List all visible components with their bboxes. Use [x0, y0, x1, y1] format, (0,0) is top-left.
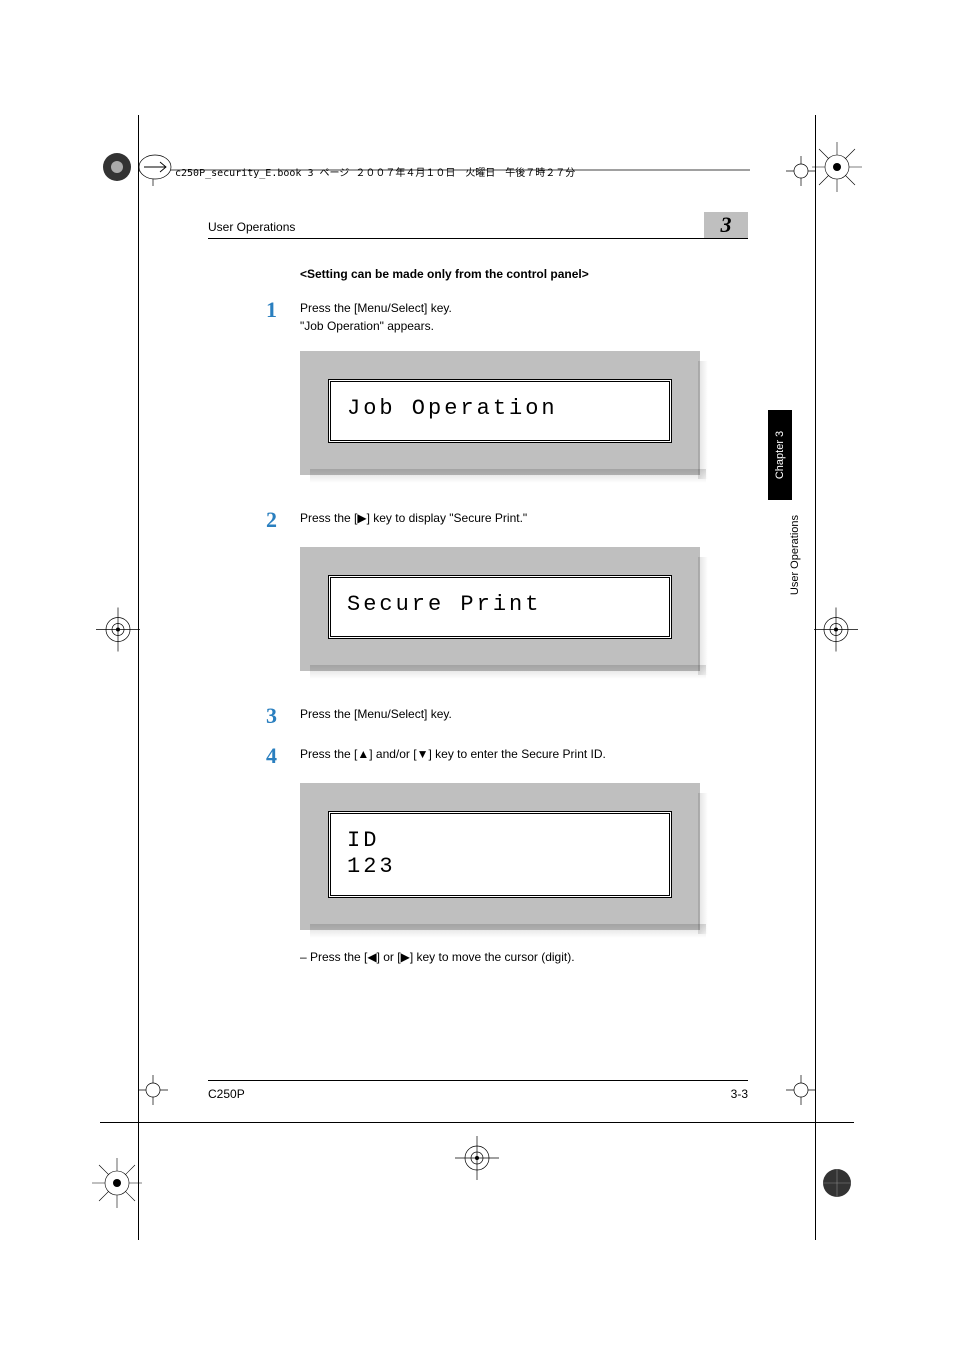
step-1: 1 Press the [Menu/Select] key. "Job Oper…	[208, 299, 748, 335]
step-3-number: 3	[208, 705, 300, 727]
step-3: 3 Press the [Menu/Select] key.	[208, 705, 748, 727]
footer-model: C250P	[208, 1087, 245, 1101]
chapter-number-box: 3	[704, 212, 748, 238]
running-head: User Operations 3	[208, 212, 748, 239]
crosshair-center-bottom	[455, 1136, 499, 1185]
step-2-text: Press the [▶] key to display "Secure Pri…	[300, 509, 748, 527]
document-source-header: c250P_security_E.book 3 ページ ２００７年４月１０日 火…	[175, 164, 575, 179]
step-1-text-line2: "Job Operation" appears.	[300, 317, 748, 335]
step-4: 4 Press the [▲] and/or [▼] key to enter …	[208, 745, 748, 767]
crosshair-small-br	[786, 1075, 816, 1110]
lcd-screen-1-text: Job Operation	[328, 379, 672, 443]
step-1-text-line1: Press the [Menu/Select] key.	[300, 299, 748, 317]
crosshair-mid-right	[814, 608, 858, 657]
side-tab-chapter-label: Chapter 3	[774, 431, 786, 479]
regmark-bottom-right	[812, 1158, 862, 1208]
step-2: 2 Press the [▶] key to display "Secure P…	[208, 509, 748, 531]
running-head-title: User Operations	[208, 220, 295, 234]
lcd-screen-2: Secure Print	[300, 547, 700, 671]
side-tab-chapter: Chapter 3	[768, 410, 792, 500]
step-4-number: 4	[208, 745, 300, 767]
regmark-bottom-left	[92, 1158, 142, 1208]
step-4-text: Press the [▲] and/or [▼] key to enter th…	[300, 745, 748, 763]
trim-right	[815, 115, 816, 1240]
step-1-number: 1	[208, 299, 300, 335]
page-footer: C250P 3-3	[208, 1080, 748, 1101]
lcd-screen-3: ID 123	[300, 783, 700, 930]
lcd-screen-1: Job Operation	[300, 351, 700, 475]
chapter-number: 3	[721, 212, 732, 238]
page-body: User Operations 3 <Setting can be made o…	[208, 212, 748, 964]
crosshair-small-bl	[138, 1075, 168, 1110]
trim-left	[138, 115, 139, 1240]
regmark-top-right	[812, 142, 862, 192]
crosshair-mid-left	[96, 608, 140, 657]
trim-bottom	[100, 1122, 854, 1123]
step-4-subnote: – Press the [◀] or [▶] key to move the c…	[300, 950, 748, 964]
step-2-number: 2	[208, 509, 300, 531]
footer-page-number: 3-3	[731, 1087, 748, 1101]
side-tab-section: User Operations	[789, 515, 801, 595]
lcd-screen-2-text: Secure Print	[328, 575, 672, 639]
section-subhead: <Setting can be made only from the contr…	[300, 267, 748, 281]
step-3-text: Press the [Menu/Select] key.	[300, 705, 748, 723]
crosshair-small-tr	[786, 156, 816, 191]
lcd-screen-3-text: ID 123	[328, 811, 672, 898]
